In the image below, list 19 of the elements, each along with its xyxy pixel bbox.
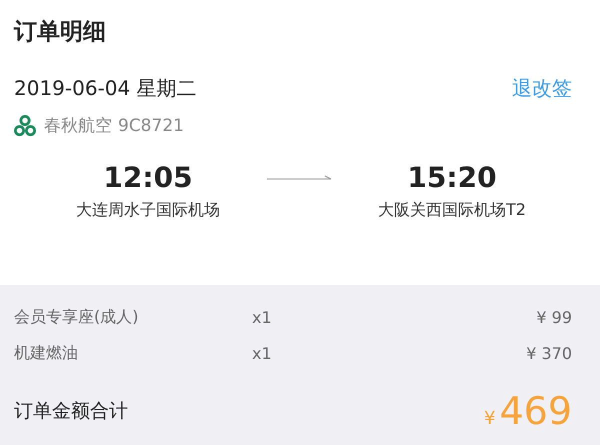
departure-time: 12:05 xyxy=(103,161,193,194)
total-label: 订单金额合计 xyxy=(14,399,128,424)
arrival-time: 15:20 xyxy=(407,161,497,194)
change-link[interactable]: 退改签 xyxy=(512,75,572,102)
flight-number: 9C8721 xyxy=(118,116,184,136)
currency-symbol: ¥ xyxy=(484,408,496,429)
fee-name: 机建燃油 xyxy=(14,342,79,364)
arrival-airport: 大阪关西国际机场T2 xyxy=(378,200,526,221)
fee-quantity: x1 xyxy=(252,308,273,326)
page-title: 订单明细 xyxy=(14,18,107,47)
flight-date: 2019-06-04 星期二 xyxy=(14,75,197,102)
departure-airport: 大连周水子国际机场 xyxy=(76,200,220,221)
fee-price: ¥ 99 xyxy=(536,308,572,326)
airline-logo-icon xyxy=(14,114,36,136)
fee-name: 会员专享座(成人) xyxy=(14,306,140,328)
airline-name: 春秋航空 xyxy=(44,115,112,137)
fee-quantity: x1 xyxy=(252,344,273,362)
total-amount: 469 xyxy=(499,389,572,433)
fee-price: ¥ 370 xyxy=(526,344,572,362)
